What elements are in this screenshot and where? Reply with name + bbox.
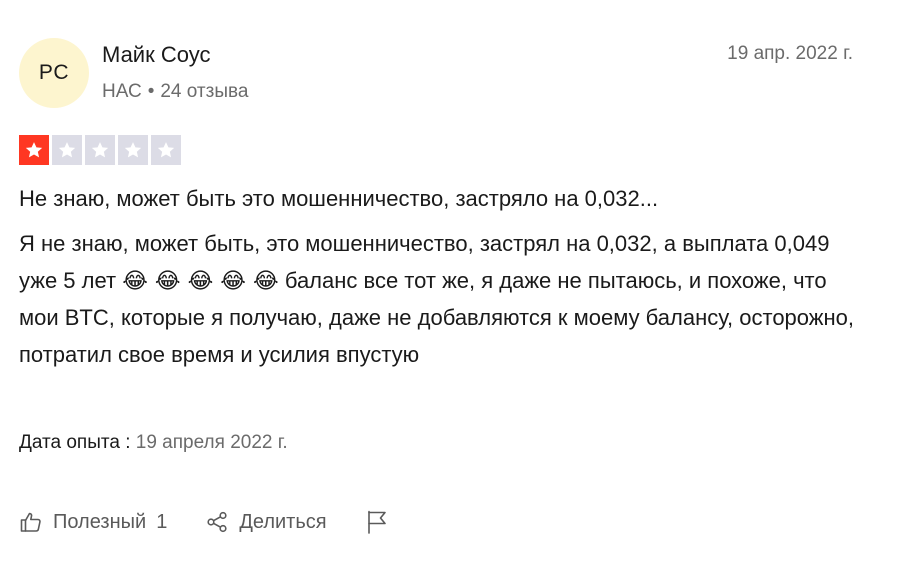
share-button[interactable]: Делиться (205, 510, 327, 534)
experience-date-value: 19 апреля 2022 г. (135, 432, 288, 453)
useful-button[interactable]: Полезный 1 (19, 510, 167, 534)
meta-separator: • (147, 81, 155, 102)
review-actions: Полезный 1 Делиться (19, 505, 389, 539)
review-body: Я не знаю, может быть, это мошенничество… (19, 226, 869, 373)
experience-date-row: Дата опыта : 19 апреля 2022 г. (19, 428, 288, 458)
star-icon (52, 135, 82, 165)
reviewer-meta: НАС • 24 отзыва (102, 79, 248, 105)
reviewer-country: НАС (102, 81, 142, 102)
star-icon (118, 135, 148, 165)
thumbs-up-icon (20, 512, 41, 532)
review-title[interactable]: Не знаю, может быть это мошенничество, з… (19, 182, 658, 216)
share-icon (207, 511, 227, 533)
review-card: PC Майк Соус НАС • 24 отзыва 19 апр. 2022 … (0, 0, 901, 570)
star-icon (85, 135, 115, 165)
report-button[interactable] (365, 509, 389, 535)
share-label: Делиться (239, 510, 327, 533)
useful-label: Полезный (53, 510, 147, 533)
star-icon (151, 135, 181, 165)
reviewer-reviews-count: 24 отзыва (160, 81, 249, 102)
star-icon (19, 135, 49, 165)
star-rating (19, 135, 181, 165)
avatar[interactable]: PC (19, 38, 89, 108)
review-date: 19 апр. 2022 г. (727, 43, 853, 64)
useful-count: 1 (156, 510, 168, 533)
reviewer-name[interactable]: Майк Соус (102, 40, 210, 70)
flag-icon (367, 510, 386, 534)
avatar-initials: PC (38, 61, 70, 84)
experience-date-label: Дата опыта : (19, 432, 131, 453)
laughing-emoji-icons: 😂 😂 😂 😂 😂 (122, 268, 279, 294)
